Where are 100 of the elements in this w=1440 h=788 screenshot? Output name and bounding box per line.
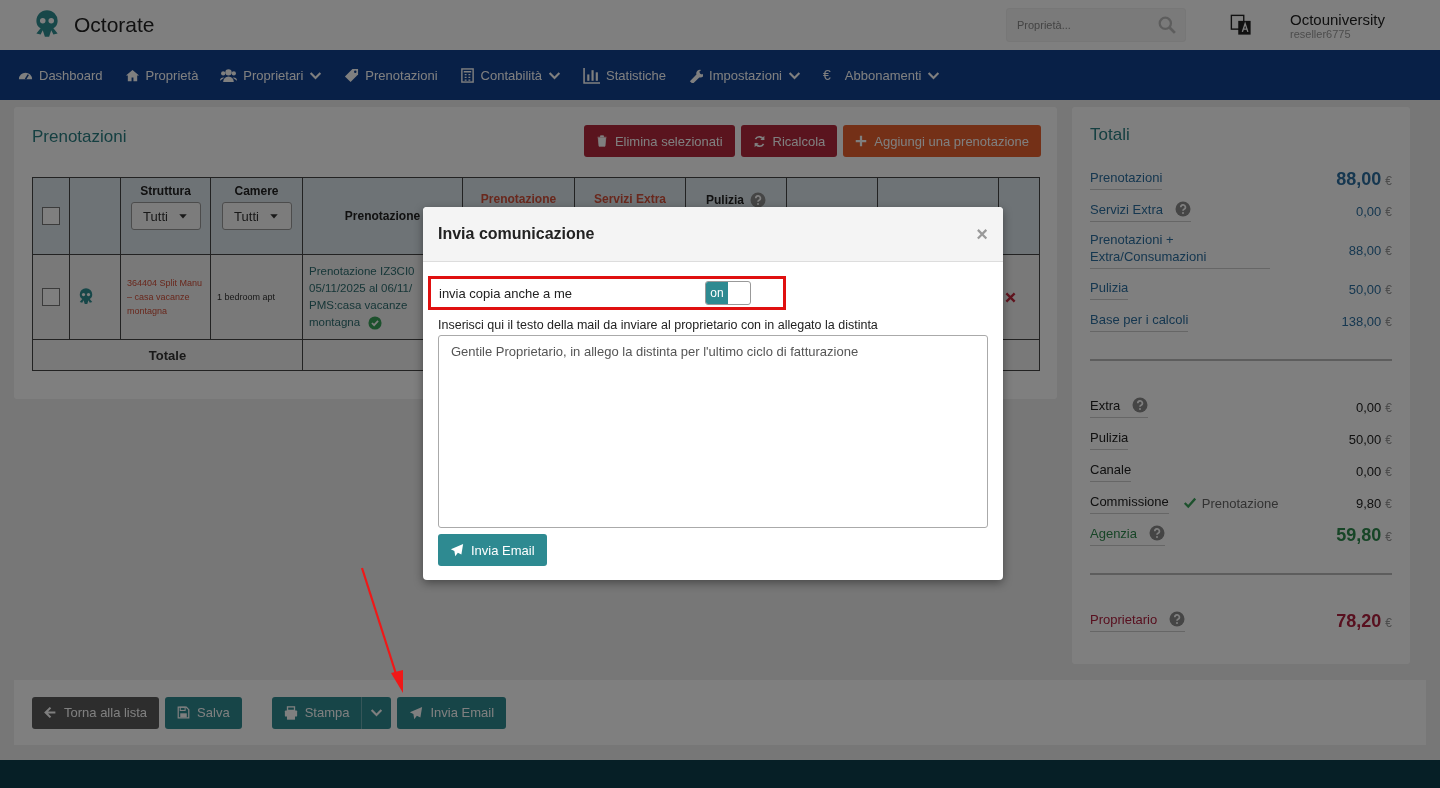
currency-symbol: € <box>1385 432 1392 447</box>
currency-symbol: € <box>1385 314 1392 329</box>
panel-title: Totali <box>1090 125 1131 145</box>
row-checkbox[interactable] <box>42 288 60 306</box>
send-button[interactable]: Invia Email <box>397 696 507 729</box>
total-value: 88,00 <box>1348 242 1382 258</box>
caret-icon <box>177 211 188 221</box>
nav-item[interactable]: Proprietari <box>220 66 323 84</box>
save-button[interactable]: Salva <box>165 696 242 729</box>
total-label: Proprietario <box>1090 610 1158 628</box>
home-icon <box>124 67 140 83</box>
tag-icon <box>344 67 360 83</box>
total-value: 78,20 <box>1336 610 1382 632</box>
nav-item[interactable]: € Abbonamenti <box>823 67 941 83</box>
booking-text: 05/11/2025 al 06/11/ <box>309 281 413 296</box>
panel-title: Prenotazioni <box>32 127 127 147</box>
total-value: 0,00 <box>1356 399 1382 415</box>
refresh-button[interactable]: Ricalcola <box>740 125 838 157</box>
search-icon <box>1158 16 1176 34</box>
column-header: Prenotazione <box>480 192 557 206</box>
nav-item[interactable]: Proprietà <box>124 67 199 83</box>
total-label: Commissione <box>1090 492 1169 510</box>
back-button[interactable]: Torna alla lista <box>32 696 160 729</box>
total-label: Totale <box>148 347 187 363</box>
printer-icon <box>283 705 298 720</box>
total-label: Base per i calcoli <box>1090 310 1189 328</box>
chevron-down-icon <box>370 706 384 719</box>
total-label: Prenotazioni <box>1090 168 1163 186</box>
message-label: Inserisci qui il testo della mail da inviare al proprietario con in allegato la distinta <box>438 318 879 332</box>
total-label: Servizi Extra <box>1090 200 1163 218</box>
select-all-checkbox[interactable] <box>42 207 60 225</box>
column-header: Servizi Extra <box>593 192 666 206</box>
modal-title: Invia comunicazione <box>438 225 595 243</box>
brand-name: Octorate <box>74 13 155 37</box>
nav-item[interactable]: Dashboard <box>18 67 103 83</box>
caret-icon <box>268 211 279 221</box>
currency-symbol: € <box>1385 496 1392 511</box>
room-type: 1 bedroom apt <box>217 292 277 302</box>
total-value: 138,00 <box>1341 313 1382 329</box>
wrench-icon <box>688 67 704 83</box>
booking-text: Prenotazione IZ3CI0 <box>309 264 415 279</box>
help-icon <box>1174 201 1191 217</box>
column-header: Pulizia <box>706 193 744 207</box>
calculator-icon <box>459 67 475 83</box>
paper-plane-icon <box>409 705 424 720</box>
paper-plane-icon <box>450 543 464 557</box>
close-button[interactable]: × <box>976 222 988 246</box>
total-value: 0,00 <box>1356 463 1382 479</box>
dropdown-button[interactable] <box>361 696 392 729</box>
column-header: Prenotazione <box>344 209 421 223</box>
nav-item[interactable]: Impostazioni <box>688 67 801 83</box>
currency-symbol: € <box>1385 400 1392 415</box>
filter-dropdown[interactable]: Tutti <box>221 202 292 230</box>
currency-symbol: € <box>1385 173 1392 188</box>
help-icon <box>1169 611 1186 627</box>
refresh-icon <box>752 134 766 148</box>
total-value: 50,00 <box>1348 281 1382 297</box>
total-label: Agenzia <box>1090 524 1137 542</box>
toggle-switch[interactable]: on <box>705 281 751 305</box>
help-icon <box>1132 397 1149 413</box>
add-button[interactable]: Aggiungi una prenotazione <box>843 125 1041 157</box>
delete-button[interactable]: Elimina selezionati <box>583 125 735 157</box>
delete-icon <box>1005 291 1016 303</box>
arrow-left-icon <box>44 706 57 719</box>
total-value: 59,80 <box>1336 524 1382 546</box>
total-value: 0,00 <box>1356 203 1382 219</box>
nav-item[interactable]: Statistiche <box>583 66 667 84</box>
currency-symbol: € <box>1385 464 1392 479</box>
booking-text: PMS:casa vacanze <box>309 298 408 313</box>
currency-symbol: € <box>1385 204 1392 219</box>
nav-item[interactable]: Contabilità <box>459 67 562 83</box>
column-header: Struttura <box>139 184 192 198</box>
total-label: Pulizia <box>1090 278 1129 296</box>
users-icon <box>220 66 238 84</box>
user-name[interactable]: Octouniversity <box>1290 10 1440 28</box>
total-label: Extra <box>1090 396 1121 414</box>
commission-basis: Prenotazione <box>1201 495 1279 511</box>
bar-chart-icon <box>583 66 601 84</box>
booking-text: montagna <box>309 315 361 330</box>
plus-icon <box>855 135 868 147</box>
copy-label: invia copia anche a me <box>439 285 573 301</box>
print-button[interactable]: Stampa <box>271 696 362 729</box>
currency-symbol: € <box>1385 529 1392 544</box>
send-email-button[interactable]: Invia Email <box>438 534 547 566</box>
total-label: Pulizia <box>1090 428 1129 446</box>
currency-symbol: € <box>1385 282 1392 297</box>
check-icon <box>1182 496 1197 510</box>
message-field[interactable]: Gentile Proprietario, in allego la distinta per l'ultimo ciclo di fatturazione <box>438 335 988 528</box>
total-label: Canale <box>1090 460 1132 478</box>
total-label: Prenotazioni + Extra/Consumazioni <box>1090 231 1208 265</box>
help-icon <box>1149 525 1165 541</box>
currency-symbol: € <box>1385 243 1392 258</box>
column-header: Camere <box>233 184 280 198</box>
trash-icon <box>595 135 608 147</box>
check-circle-icon <box>368 315 383 330</box>
filter-dropdown[interactable]: Tutti <box>130 202 201 230</box>
nav-item[interactable]: Prenotazioni <box>344 67 438 83</box>
total-value: 50,00 <box>1348 431 1382 447</box>
translate-icon <box>1230 14 1252 36</box>
total-value: 9,80 <box>1356 495 1382 511</box>
